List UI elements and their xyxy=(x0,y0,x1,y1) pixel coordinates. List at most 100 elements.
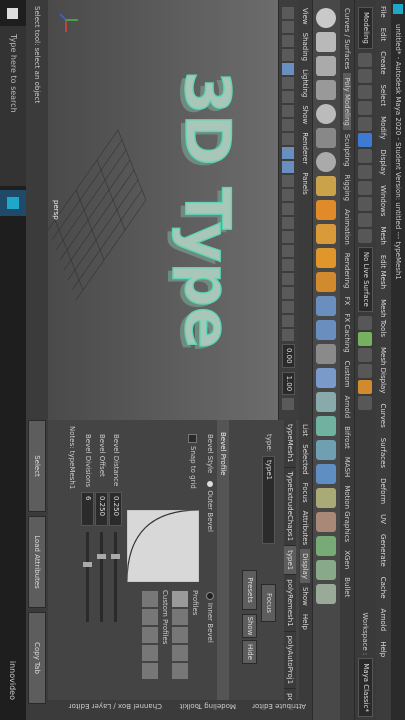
menu-create[interactable]: Create xyxy=(380,51,388,74)
panel-menu-view[interactable]: View xyxy=(301,8,309,25)
menu-deform[interactable]: Deform xyxy=(380,478,388,504)
planar-map-icon[interactable] xyxy=(316,560,337,580)
shelf-tab-rigging[interactable]: Rigging xyxy=(343,171,351,206)
bevel-offset-slider[interactable] xyxy=(97,532,107,622)
shelf-tab-rendering[interactable]: Rendering xyxy=(343,249,351,293)
toggle-panel-icon[interactable] xyxy=(358,395,373,410)
side-tab-channel-box[interactable]: Channel Box / Layer Editor xyxy=(69,702,162,710)
lights-icon[interactable] xyxy=(282,203,295,215)
mode-dropdown[interactable]: Modeling xyxy=(358,7,373,49)
select-object-icon[interactable] xyxy=(358,148,373,163)
profile-preset-3[interactable] xyxy=(172,627,188,643)
node-tab-polyautoproj1[interactable]: polyAutoProj1 xyxy=(284,631,296,690)
custom-profile-4[interactable] xyxy=(142,645,158,661)
shelf-tab-motion-graphics[interactable]: Motion Graphics xyxy=(343,481,351,546)
viewport[interactable]: 3D Type 3D Type persp xyxy=(48,0,278,420)
menu-surfaces[interactable]: Surfaces xyxy=(380,438,388,468)
snap-point-icon[interactable] xyxy=(358,212,373,227)
ae-menu-show[interactable]: Show xyxy=(301,583,311,610)
shelf-tab-xgen[interactable]: XGen xyxy=(343,546,351,573)
xray-joints-icon[interactable] xyxy=(282,315,295,327)
node-tab-typemesh1[interactable]: typeMesh1 xyxy=(284,420,296,468)
menu-modify[interactable]: Modify xyxy=(380,116,388,139)
hypershade-icon[interactable] xyxy=(358,363,373,378)
platonic-icon[interactable] xyxy=(316,176,337,196)
ae-menu-list[interactable]: List xyxy=(301,420,311,440)
panel-menu-panels[interactable]: Panels xyxy=(301,172,309,195)
bevel-divisions-slider-knob[interactable] xyxy=(83,562,93,567)
smooth-icon[interactable] xyxy=(316,344,337,364)
plane-icon[interactable] xyxy=(316,128,337,148)
profile-preset-2[interactable] xyxy=(172,609,188,625)
bevel-divisions-field[interactable]: 6 xyxy=(81,492,95,526)
redo-icon[interactable] xyxy=(358,116,373,131)
cylinder-icon[interactable] xyxy=(316,56,337,76)
shadows-icon[interactable] xyxy=(282,217,295,229)
smooth-shade-icon[interactable] xyxy=(282,161,295,173)
bevel-offset-slider-knob[interactable] xyxy=(97,554,107,559)
custom-profile-2[interactable] xyxy=(142,609,158,625)
menu-file[interactable]: File xyxy=(380,6,388,18)
live-surface-dropdown[interactable]: No Live Surface xyxy=(358,246,373,312)
ae-menu-focus[interactable]: Focus xyxy=(301,479,311,507)
svg-icon[interactable] xyxy=(316,272,337,292)
menu-generate[interactable]: Generate xyxy=(380,534,388,567)
xray-icon[interactable] xyxy=(282,301,295,313)
shelf-tab-curves[interactable]: Curves / Surfaces xyxy=(343,4,351,73)
node-tab-polyremesh1[interactable]: polyRemesh1 xyxy=(284,575,296,632)
inner-bevel-radio[interactable] xyxy=(206,591,214,600)
snap-curve-icon[interactable] xyxy=(358,196,373,211)
menu-edit-mesh[interactable]: Edit Mesh xyxy=(380,255,388,289)
menu-mesh-tools[interactable]: Mesh Tools xyxy=(380,299,388,337)
menu-arnold[interactable]: Arnold xyxy=(380,609,388,632)
torus-icon[interactable] xyxy=(316,104,337,124)
menu-edit[interactable]: Edit xyxy=(380,28,388,42)
custom-profile-5[interactable] xyxy=(142,663,158,679)
ipr-render-icon[interactable] xyxy=(358,331,373,346)
load-attributes-button[interactable]: Load Attributes xyxy=(28,516,46,608)
menu-windows[interactable]: Windows xyxy=(380,185,388,216)
separate-icon[interactable] xyxy=(316,320,337,340)
bookmark-icon[interactable] xyxy=(282,35,295,47)
bridge-icon[interactable] xyxy=(316,440,337,460)
outer-bevel-radio[interactable] xyxy=(207,481,213,488)
shelf-tab-custom[interactable]: Custom xyxy=(343,357,351,392)
select-component-icon[interactable] xyxy=(358,164,373,179)
snap-surface-icon[interactable] xyxy=(358,228,373,243)
profile-preset-4[interactable] xyxy=(172,645,188,661)
shelf-tab-fx-caching[interactable]: FX Caching xyxy=(343,309,351,356)
ae-menu-selected[interactable]: Selected xyxy=(301,440,311,478)
side-tab-modeling-toolkit[interactable]: Modeling Toolkit xyxy=(180,702,236,710)
panel-menu-shading[interactable]: Shading xyxy=(301,33,309,61)
bevel-distance-field[interactable]: 0.250 xyxy=(109,492,123,526)
textured-icon[interactable] xyxy=(282,189,295,201)
profile-preset-1[interactable] xyxy=(172,591,188,607)
shelf-tab-arnold[interactable]: Arnold xyxy=(343,392,351,423)
camera-icon[interactable] xyxy=(282,7,295,19)
render-icon[interactable] xyxy=(358,315,373,330)
windows-start-icon[interactable] xyxy=(0,0,26,26)
film-gate-icon[interactable] xyxy=(282,77,295,89)
auto-map-icon[interactable] xyxy=(316,584,337,604)
bevel-profile-section[interactable]: Bevel Profile xyxy=(217,420,229,720)
ae-menu-help[interactable]: Help xyxy=(301,610,311,634)
render-settings-icon[interactable] xyxy=(358,347,373,362)
shelf-tab-bifrost[interactable]: Bifrost xyxy=(343,422,351,453)
camera-attributes-icon[interactable] xyxy=(282,21,295,33)
undo-icon[interactable] xyxy=(358,100,373,115)
motion-blur-icon[interactable] xyxy=(282,245,295,257)
uv-editor-icon[interactable] xyxy=(316,536,337,556)
workspace-dropdown[interactable]: Maya Classic* xyxy=(358,658,373,717)
bevel-offset-field[interactable]: 0.250 xyxy=(95,492,109,526)
isolate-select-icon[interactable] xyxy=(282,287,295,299)
safe-action-icon[interactable] xyxy=(282,133,295,145)
color-management-icon[interactable] xyxy=(282,398,295,411)
near-clip-field[interactable]: 0.00 xyxy=(282,344,295,368)
new-scene-icon[interactable] xyxy=(358,52,373,67)
type-mesh[interactable]: 3D Type 3D Type xyxy=(166,70,245,352)
xray-components-icon[interactable] xyxy=(282,329,295,341)
ae-menu-display[interactable]: Display xyxy=(300,549,311,583)
default-material-icon[interactable] xyxy=(282,175,295,187)
wireframe-icon[interactable] xyxy=(282,147,295,159)
bevel-icon[interactable] xyxy=(316,464,337,484)
